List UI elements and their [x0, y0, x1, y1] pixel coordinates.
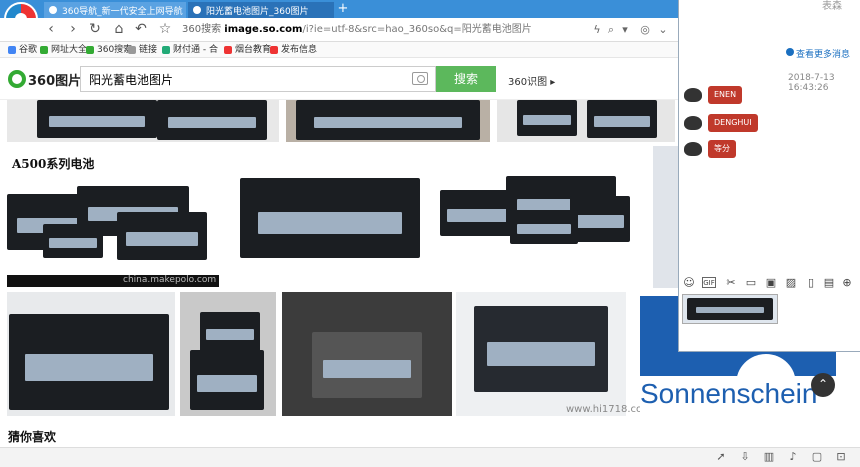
trash-icon[interactable]: ▥: [762, 450, 776, 464]
chat-message: ENEN: [708, 86, 743, 104]
search-button[interactable]: 搜索: [436, 66, 496, 92]
download-icon[interactable]: ⇩: [738, 450, 752, 464]
tab-image-search[interactable]: 阳光蓄电池图片_360图片: [188, 2, 334, 18]
search-input[interactable]: [80, 66, 436, 92]
new-tab-button[interactable]: +: [336, 1, 350, 17]
folder-icon[interactable]: ▭: [744, 276, 758, 290]
back-icon[interactable]: ‹: [42, 20, 60, 38]
bookmark-url-directory[interactable]: 网址大全: [40, 44, 87, 56]
gif-icon[interactable]: GIF: [702, 277, 716, 288]
result-image[interactable]: [7, 176, 219, 276]
url-host: image.so.com: [224, 24, 303, 35]
bookmark-360-search[interactable]: 360搜索: [86, 44, 132, 56]
search-engine-icon[interactable]: ◎: [638, 22, 652, 38]
avatar[interactable]: [684, 88, 702, 102]
result-image[interactable]: [7, 292, 175, 416]
bookmark-icon: [270, 46, 278, 54]
site-brand[interactable]: 360图片: [28, 70, 81, 89]
url-path: /i?ie=utf-8&src=hao_360so&q=阳光蓄电池图片: [302, 24, 532, 35]
clock-icon: [786, 48, 794, 56]
result-image[interactable]: [232, 156, 428, 266]
more-messages-link[interactable]: 查看更多消息: [796, 47, 850, 60]
window-icon[interactable]: ▢: [810, 450, 824, 464]
image-icon[interactable]: ▨: [784, 276, 798, 290]
bookmark-icon: [162, 46, 170, 54]
zoom-icon[interactable]: ⊡: [834, 450, 848, 464]
lightning-icon[interactable]: ϟ: [590, 22, 604, 38]
chat-image-thumbnail[interactable]: [682, 294, 778, 324]
home-icon[interactable]: ⌂: [110, 20, 128, 38]
emoji-icon[interactable]: ☺: [682, 276, 696, 290]
download-icon[interactable]: ⊕: [840, 276, 854, 290]
result-image[interactable]: [497, 100, 675, 142]
picture-icon[interactable]: ▣: [764, 276, 778, 290]
scroll-to-top-button[interactable]: ⌃: [811, 373, 835, 397]
forward-icon[interactable]: ›: [64, 20, 82, 38]
result-image[interactable]: [456, 292, 626, 416]
status-bar: [0, 447, 860, 467]
result-image[interactable]: [7, 100, 279, 142]
result-image[interactable]: [180, 292, 276, 416]
bookmark-google[interactable]: 谷歌: [8, 44, 37, 56]
bookmark-links[interactable]: 链接: [128, 44, 157, 56]
chat-timestamp: 2018-7-13 16:43:26: [788, 73, 835, 93]
speaker-icon[interactable]: ♪: [786, 450, 800, 464]
phone-icon[interactable]: ▯: [804, 276, 818, 290]
camera-icon[interactable]: [412, 72, 428, 85]
bookmark-yantai-education[interactable]: 烟台教育: [224, 44, 271, 56]
tab-360-navigation[interactable]: 360导航_新一代安全上网导航: [44, 2, 186, 18]
chat-title: 表森: [822, 1, 842, 12]
url-prefix: 360搜索: [182, 24, 222, 35]
zoom-icon[interactable]: ⌕: [604, 22, 618, 38]
avatar[interactable]: [684, 142, 702, 156]
scissors-icon[interactable]: ✂: [724, 276, 738, 290]
star-icon[interactable]: ☆: [156, 20, 174, 38]
result-image[interactable]: [286, 100, 490, 142]
bookmark-post-info[interactable]: 发布信息: [270, 44, 317, 56]
dropdown-icon[interactable]: ▾: [618, 22, 632, 38]
avatar[interactable]: [684, 116, 702, 130]
rocket-icon[interactable]: ➚: [714, 450, 728, 464]
bookmark-icon: [8, 46, 16, 54]
chat-message: DENGHUI: [708, 114, 758, 132]
recommend-heading: 猜你喜欢: [8, 430, 57, 444]
image-recognition-link[interactable]: 360识图 ▸: [508, 73, 555, 88]
brand-name: Sonnenschein: [640, 378, 818, 409]
chat-message: 等分: [708, 140, 736, 158]
tab-favicon-icon: [193, 6, 201, 14]
result-image[interactable]: [653, 146, 678, 288]
bookmark-icon: [86, 46, 94, 54]
undo-icon[interactable]: ↶: [132, 20, 150, 38]
reload-icon[interactable]: ↻: [86, 20, 104, 38]
bookmark-icon: [40, 46, 48, 54]
bookmark-icon: [224, 46, 232, 54]
360-logo-icon[interactable]: [8, 70, 26, 88]
tab-favicon-icon: [49, 6, 57, 14]
result-image[interactable]: [282, 292, 452, 416]
image-caption: china.makepolo.com: [7, 275, 219, 287]
chevron-down-icon[interactable]: ⌄: [656, 22, 670, 38]
calendar-icon[interactable]: ▤: [822, 276, 836, 290]
section-title: A500系列电池: [12, 157, 95, 171]
url-field[interactable]: 360搜索 image.so.com/i?ie=utf-8&src=hao_36…: [182, 22, 590, 38]
bookmark-tenpay[interactable]: 财付通 - 合: [162, 44, 218, 56]
folder-icon: [128, 46, 136, 54]
result-image[interactable]: [440, 166, 636, 256]
